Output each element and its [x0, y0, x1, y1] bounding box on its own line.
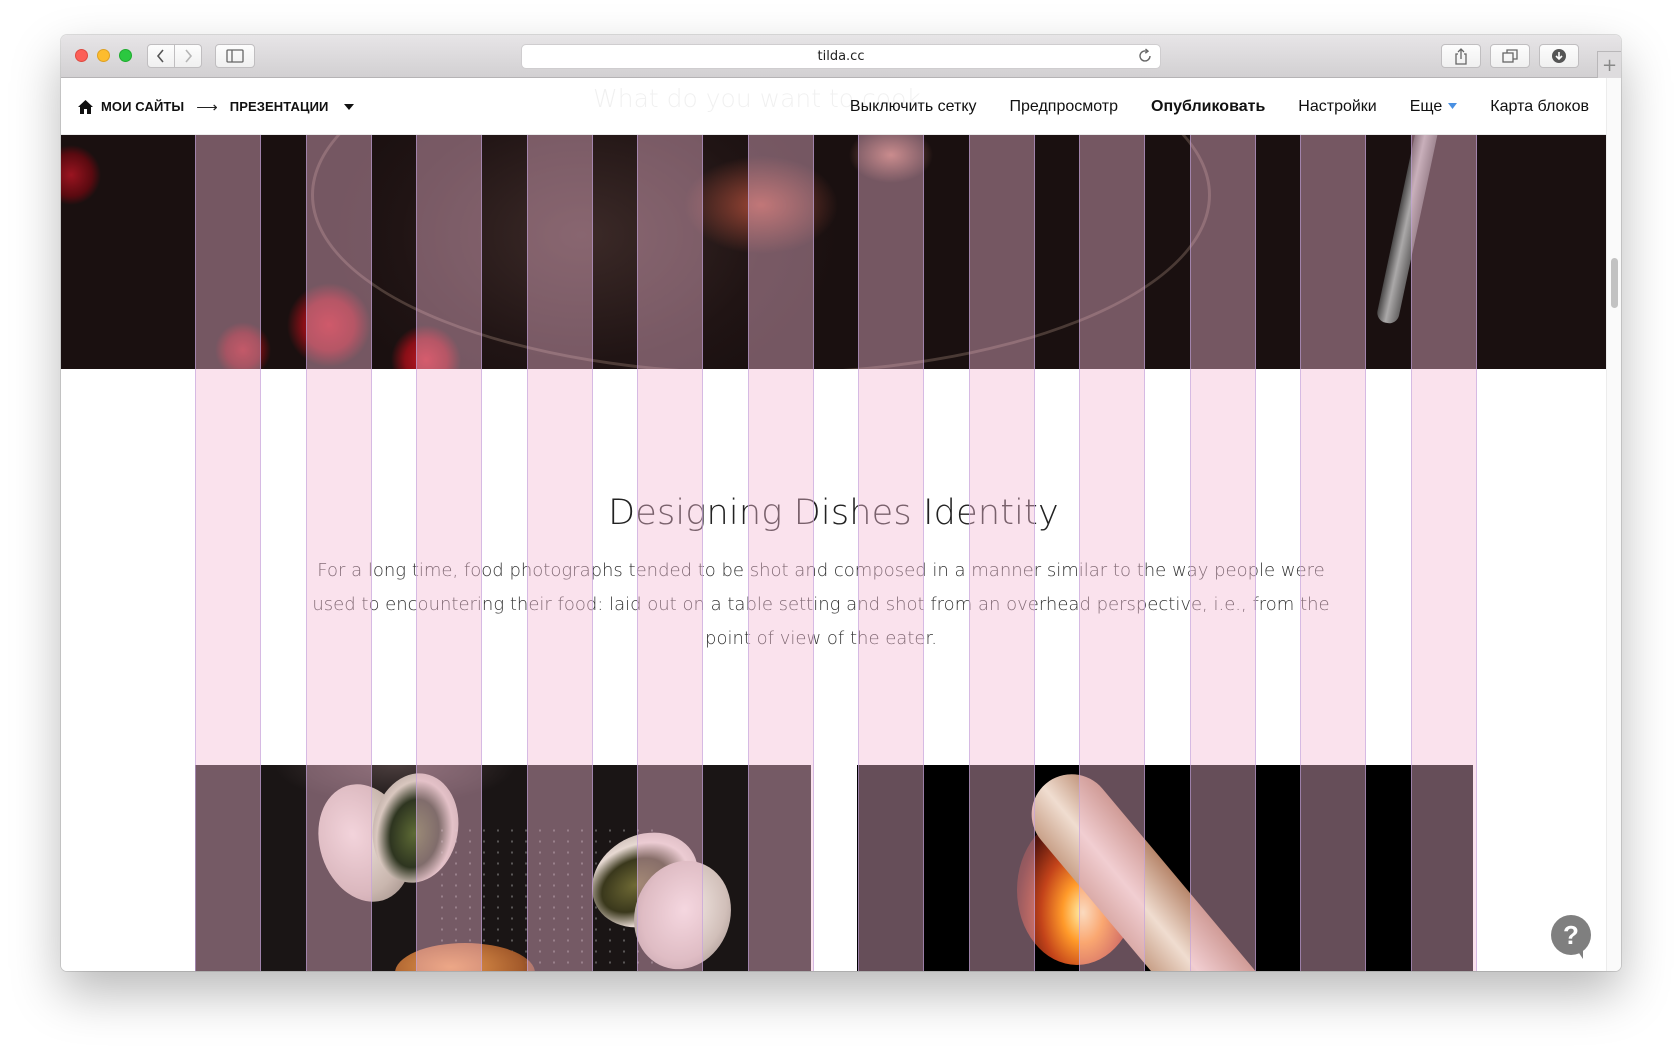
caret-down-icon	[1448, 103, 1458, 110]
close-window-button[interactable]	[75, 49, 88, 62]
address-bar[interactable]: tilda.cc	[521, 44, 1161, 69]
download-icon	[1552, 49, 1566, 63]
breadcrumb-arrow-icon: ⟶	[196, 98, 218, 116]
hero-bowl-shape	[311, 135, 1211, 375]
gallery-image-glow[interactable]	[857, 765, 1473, 971]
preview-link[interactable]: Предпросмотр	[1010, 98, 1119, 116]
help-button[interactable]: ?	[1551, 915, 1591, 959]
back-button[interactable]	[147, 44, 175, 68]
new-tab-button[interactable]: +	[1597, 51, 1621, 78]
page-canvas: Designing Dishes Identity For a long tim…	[61, 135, 1606, 971]
share-button[interactable]	[1441, 44, 1481, 68]
chevron-right-icon	[185, 49, 193, 63]
breadcrumb-project[interactable]: ПРЕЗЕНТАЦИИ	[230, 99, 329, 114]
url-text: tilda.cc	[817, 49, 865, 64]
tabs-icon	[1502, 49, 1518, 63]
settings-link[interactable]: Настройки	[1298, 98, 1376, 116]
sidebar-button[interactable]	[215, 44, 255, 68]
question-icon: ?	[1563, 919, 1579, 950]
share-icon	[1455, 47, 1467, 65]
chevron-left-icon	[156, 49, 164, 63]
hero-image	[61, 135, 1606, 375]
gallery-image-clams[interactable]	[195, 765, 811, 971]
zoom-window-button[interactable]	[119, 49, 132, 62]
toggle-grid-link[interactable]: Выключить сетку	[850, 98, 977, 116]
reload-icon[interactable]	[1137, 48, 1153, 64]
tilda-editor-topbar: What do you want to cook МОИ САЙТЫ ⟶ ПРЕ…	[61, 78, 1606, 135]
section-description[interactable]: For a long time, food photographs tended…	[311, 554, 1331, 656]
show-tabs-button[interactable]	[1490, 44, 1530, 68]
breadcrumb-my-sites[interactable]: МОИ САЙТЫ	[101, 99, 184, 114]
publish-link[interactable]: Опубликовать	[1151, 98, 1265, 116]
browser-toolbar: tilda.cc +	[61, 35, 1621, 78]
more-menu[interactable]: Еще	[1410, 98, 1458, 116]
home-icon[interactable]	[77, 99, 94, 115]
hero-knife-shape	[1375, 135, 1439, 326]
forward-button[interactable]	[174, 44, 202, 68]
plus-icon: +	[1601, 54, 1618, 76]
downloads-button[interactable]	[1539, 44, 1579, 68]
minimize-window-button[interactable]	[97, 49, 110, 62]
block-map-link[interactable]: Карта блоков	[1490, 98, 1589, 116]
scrollbar[interactable]	[1606, 78, 1621, 971]
breadcrumb: МОИ САЙТЫ ⟶ ПРЕЗЕНТАЦИИ	[77, 78, 355, 135]
browser-window: tilda.cc + What do you want to cook МОИ …	[61, 35, 1621, 971]
section-headline[interactable]: Designing Dishes Identity	[61, 493, 1606, 533]
editor-nav: Выключить сетку Предпросмотр Опубликоват…	[817, 78, 1589, 135]
scrollbar-thumb[interactable]	[1611, 258, 1618, 308]
caret-down-icon[interactable]	[344, 103, 355, 110]
sidebar-icon	[226, 49, 244, 63]
more-label: Еще	[1409, 97, 1443, 115]
